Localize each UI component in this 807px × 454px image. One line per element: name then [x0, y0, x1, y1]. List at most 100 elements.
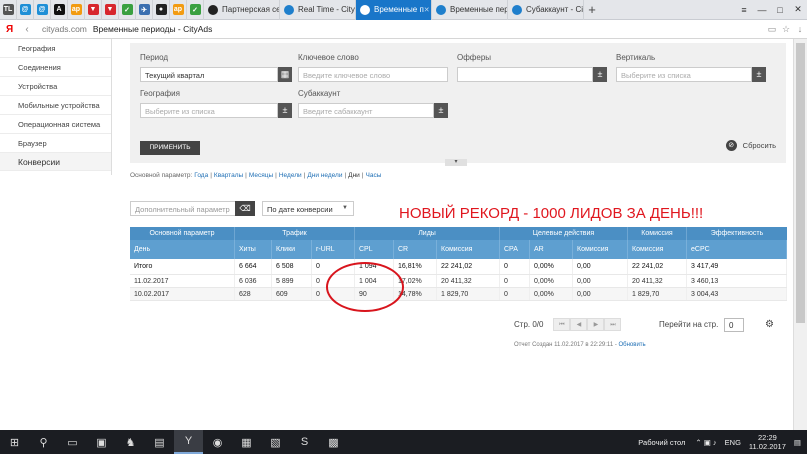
browser-tab[interactable]: Партнерская се✕	[204, 0, 280, 20]
offers-expand-button[interactable]: ±	[593, 67, 607, 82]
column-header[interactable]: CPL	[355, 240, 394, 259]
browser-tab[interactable]: Субаккаунт - Ci✕	[508, 0, 584, 20]
pinned-tab[interactable]: ●	[153, 0, 170, 20]
keyword-input[interactable]: Введите ключевое слово	[298, 67, 448, 82]
start-icon[interactable]: ⊞	[0, 430, 29, 454]
menu-button[interactable]: ≡	[735, 0, 753, 20]
pinned-tab[interactable]: ✓	[119, 0, 136, 20]
browser-tab[interactable]: Временные п ✕	[356, 0, 432, 20]
extra-param-button[interactable]: ⌫	[235, 201, 255, 216]
refresh-link[interactable]: Обновить	[619, 342, 646, 348]
sidebar-section-conversions[interactable]: Конверсии	[0, 153, 111, 171]
column-header[interactable]: Комиссия	[573, 240, 628, 259]
extra-param-input[interactable]: Дополнительный параметр	[130, 201, 246, 216]
scrollbar-thumb[interactable]	[796, 43, 805, 323]
pinned-tab[interactable]: TL	[0, 0, 17, 20]
sort-select[interactable]: По дате конверсии ▼	[262, 201, 354, 216]
period-link-months[interactable]: Месяцы	[249, 172, 273, 179]
geo-expand-button[interactable]: ±	[278, 103, 292, 118]
pinned-tab[interactable]: ap	[68, 0, 85, 20]
desktop-toolbar-label[interactable]: Рабочий стол	[638, 438, 685, 447]
period-link-quarters[interactable]: Кварталы	[214, 172, 243, 179]
yandex-browser-icon[interactable]: Y	[174, 430, 203, 454]
subaccount-expand-button[interactable]: ±	[434, 103, 448, 118]
apply-button[interactable]: ПРИМЕНИТЬ	[140, 141, 200, 155]
minimize-button[interactable]: —	[753, 0, 771, 20]
tray-icons[interactable]: ⌃ ▣ ♪	[695, 438, 716, 447]
column-header[interactable]: eCPC	[687, 240, 787, 259]
column-header[interactable]: Клики	[272, 240, 312, 259]
app-6-icon[interactable]: ▩	[319, 430, 348, 454]
sidebar-item-mobile-devices[interactable]: Мобильные устройства	[0, 96, 111, 115]
pinned-tab[interactable]: A	[51, 0, 68, 20]
calendar-icon[interactable]: ▦	[278, 67, 292, 82]
app-5-icon[interactable]: ▧	[261, 430, 290, 454]
chrome-icon[interactable]: ◉	[203, 430, 232, 454]
collapse-filters-button[interactable]: ▾	[445, 159, 467, 166]
column-header[interactable]: Комиссия	[628, 240, 687, 259]
sidebar-item-browser[interactable]: Браузер	[0, 134, 111, 153]
close-button[interactable]: ✕	[789, 0, 807, 20]
column-header[interactable]: AR	[530, 240, 573, 259]
prev-page-button[interactable]: ◀	[570, 318, 588, 331]
sidebar-item-os[interactable]: Операционная система	[0, 115, 111, 134]
browser-tab[interactable]: Real Time - City✕	[280, 0, 356, 20]
last-page-button[interactable]: ⏭	[604, 318, 622, 331]
app-4-icon[interactable]: ▦	[232, 430, 261, 454]
sidebar-item-connections[interactable]: Соединения	[0, 58, 111, 77]
browser-tab[interactable]: Временные пер✕	[432, 0, 508, 20]
pinned-tab[interactable]: @	[17, 0, 34, 20]
next-page-button[interactable]: ▶	[587, 318, 605, 331]
skype-icon[interactable]: S	[290, 430, 319, 454]
search-icon[interactable]: ⚲	[29, 430, 58, 454]
sidebar-item-geography[interactable]: География	[0, 39, 111, 58]
pinned-tab[interactable]: ▼	[85, 0, 102, 20]
offers-select[interactable]	[457, 67, 593, 82]
column-header[interactable]: CR	[394, 240, 437, 259]
app-2-icon[interactable]: ♞	[116, 430, 145, 454]
gear-icon[interactable]: ⚙	[765, 319, 774, 330]
yandex-logo-icon[interactable]: Я	[6, 24, 20, 35]
column-header[interactable]: CPA	[500, 240, 530, 259]
goto-page-input[interactable]: 0	[724, 318, 744, 332]
subaccount-input[interactable]: Введите сабаккаунт	[298, 103, 434, 118]
sidebar-item-devices[interactable]: Устройства	[0, 77, 111, 96]
geo-select[interactable]: Выберите из списка	[140, 103, 278, 118]
reset-button[interactable]: ⊘ Сбросить	[725, 140, 776, 151]
column-header[interactable]: Хиты	[235, 240, 272, 259]
maximize-button[interactable]: □	[771, 0, 789, 20]
column-header[interactable]: День	[130, 240, 235, 259]
column-header[interactable]: Комиссия	[437, 240, 500, 259]
pinned-tab[interactable]: @	[34, 0, 51, 20]
period-select[interactable]: Текущий квартал	[140, 67, 278, 82]
clock[interactable]: 22:29 11.02.2017	[749, 433, 786, 451]
address-host[interactable]: cityads.com	[42, 24, 87, 34]
download-icon[interactable]: ↓	[793, 24, 807, 35]
notifications-icon[interactable]: ▤	[794, 438, 801, 447]
new-tab-button[interactable]: +	[584, 2, 600, 17]
group-efficiency: Эффективность	[710, 230, 764, 237]
pinned-tab[interactable]: ✓	[187, 0, 204, 20]
period-link-years[interactable]: Года	[194, 172, 208, 179]
reader-icon[interactable]: ▭	[765, 24, 779, 35]
back-button[interactable]: ‹	[20, 24, 34, 35]
period-link-weeks[interactable]: Недели	[279, 172, 302, 179]
pinned-tab[interactable]: ap	[170, 0, 187, 20]
vertical-expand-button[interactable]: ±	[752, 67, 766, 82]
bookmark-star-icon[interactable]: ☆	[779, 24, 793, 35]
first-page-button[interactable]: ⏮	[553, 318, 571, 331]
app-3-icon[interactable]: ▤	[145, 430, 174, 454]
page-scrollbar[interactable]	[793, 39, 807, 430]
app-1-icon[interactable]: ▣	[87, 430, 116, 454]
period-link-hours[interactable]: Часы	[366, 172, 382, 179]
period-link-weekdays[interactable]: Дни недели	[307, 172, 342, 179]
pinned-tab[interactable]: ▼	[102, 0, 119, 20]
pinned-tab[interactable]: ✈	[136, 0, 153, 20]
keyword-label: Ключевое слово	[298, 53, 359, 62]
address-bar[interactable]: Я ‹ cityads.com Временные периоды - City…	[0, 20, 807, 39]
language-indicator[interactable]: ENG	[725, 438, 741, 447]
task-view-icon[interactable]: ▭	[58, 430, 87, 454]
close-tab-icon[interactable]: ✕	[424, 6, 430, 14]
vertical-select[interactable]: Выберите из списка	[616, 67, 752, 82]
column-header[interactable]: r-URL	[312, 240, 355, 259]
